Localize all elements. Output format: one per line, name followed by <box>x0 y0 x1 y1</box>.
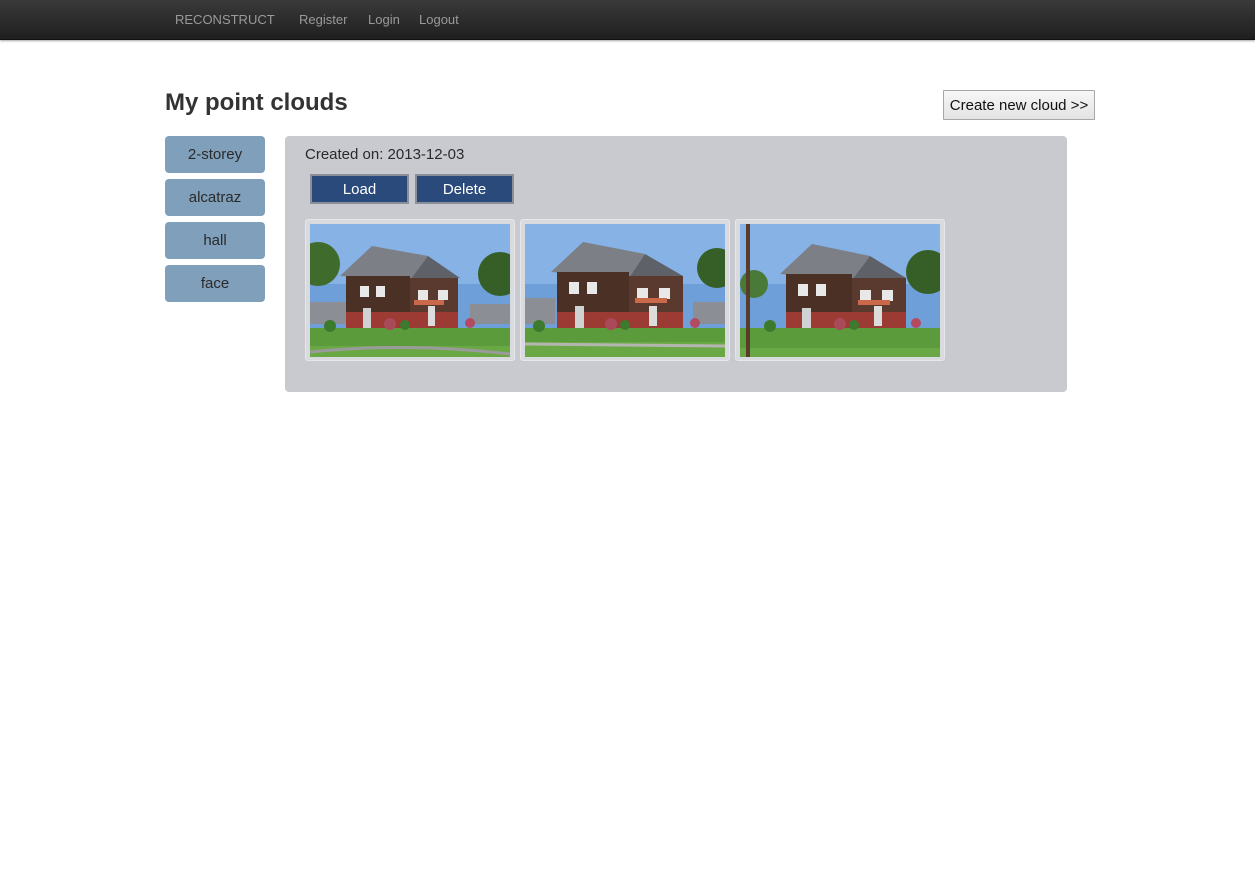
create-new-cloud-button[interactable]: Create new cloud >> <box>943 90 1095 120</box>
cloud-details-panel: Created on: 2013-12-03 Load Delete <box>285 136 1067 392</box>
house-photo-2 <box>525 224 725 357</box>
cloud-item-hall[interactable]: hall <box>165 222 265 259</box>
house-photo-1 <box>310 224 510 357</box>
page-title: My point clouds <box>165 89 348 116</box>
load-button[interactable]: Load <box>310 174 409 204</box>
register-link[interactable]: Register <box>299 12 347 27</box>
cloud-item-face[interactable]: face <box>165 265 265 302</box>
brand-link[interactable]: RECONSTRUCT <box>175 12 275 27</box>
top-navbar: RECONSTRUCT Register Login Logout <box>0 0 1255 40</box>
thumbnail-1[interactable] <box>305 219 515 361</box>
login-link[interactable]: Login <box>368 12 400 27</box>
logout-link[interactable]: Logout <box>419 12 459 27</box>
delete-button[interactable]: Delete <box>415 174 514 204</box>
cloud-item-alcatraz[interactable]: alcatraz <box>165 179 265 216</box>
house-photo-3 <box>740 224 940 357</box>
thumbnail-3[interactable] <box>735 219 945 361</box>
thumbnail-2[interactable] <box>520 219 730 361</box>
created-date: Created on: 2013-12-03 <box>305 146 465 163</box>
cloud-item-2-storey[interactable]: 2-storey <box>165 136 265 173</box>
